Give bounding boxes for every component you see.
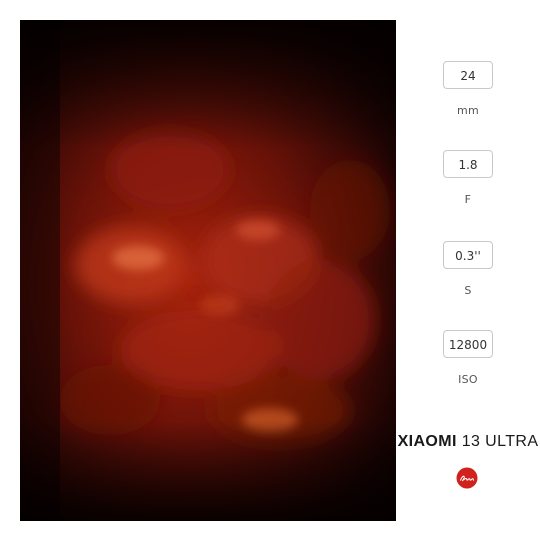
aperture-group: 1.8 F [396, 150, 540, 206]
model-name: 13 ULTRA [456, 433, 539, 450]
iso-group: 12800 ISO [396, 330, 540, 386]
device-name: XIAOMI 13 ULTRA [396, 433, 540, 451]
leica-logo-icon [456, 467, 478, 489]
info-panel: 24 mm 1.8 F 0.3'' S 12800 ISO XIAOMI 13 … [396, 0, 540, 540]
iso-value: 12800 [443, 330, 493, 358]
aperture-unit: F [464, 193, 472, 206]
focal-length-unit: mm [456, 104, 480, 117]
shutter-group: 0.3'' S [396, 241, 540, 297]
focal-length-group: 24 mm [396, 61, 540, 117]
blurred-red-petals-photo [20, 20, 396, 521]
focal-length-value: 24 [443, 61, 493, 89]
photo [20, 20, 396, 521]
brand-name: XIAOMI [397, 433, 457, 450]
aperture-value: 1.8 [443, 150, 493, 178]
iso-unit: ISO [458, 373, 478, 386]
shutter-unit: S [464, 284, 472, 297]
shutter-value: 0.3'' [443, 241, 493, 269]
